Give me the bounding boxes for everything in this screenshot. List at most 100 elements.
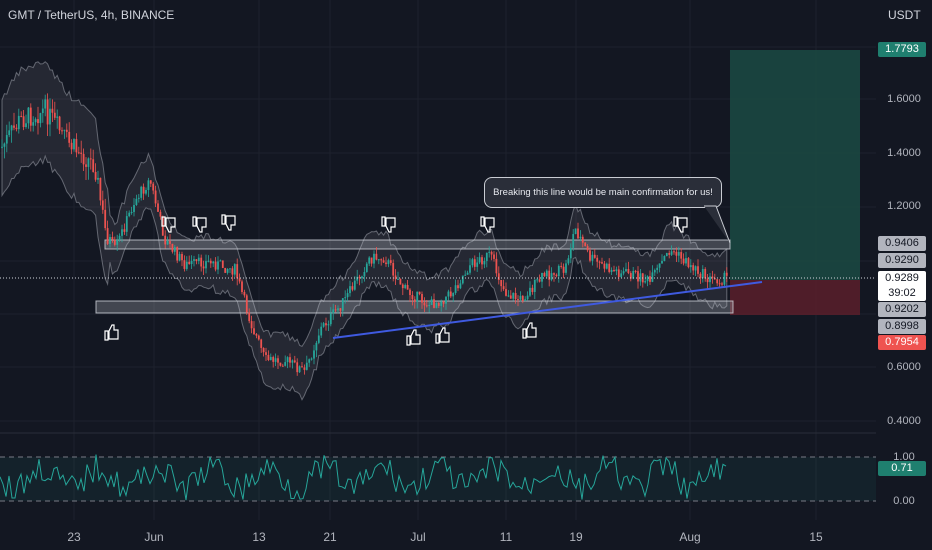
candle-body-6 [15, 127, 18, 130]
candle-body-132 [317, 335, 320, 343]
candle-body-117 [281, 365, 284, 367]
entry-price-tag[interactable]: 0.8998 [878, 319, 926, 334]
candle-body-175 [421, 294, 423, 303]
candle-body-60 [145, 189, 147, 194]
candle-body-301 [723, 272, 726, 285]
candle-body-154 [370, 257, 373, 264]
candle-body-179 [430, 299, 433, 305]
candle-body-269 [646, 276, 649, 282]
candle-body-272 [653, 270, 656, 273]
candle-body-122 [293, 360, 296, 363]
candle-body-280 [673, 251, 675, 253]
candle-body-75 [181, 254, 183, 261]
candle-body-99 [238, 278, 241, 282]
candle-body-101 [243, 291, 246, 296]
rsi-value-tag[interactable]: 0.71 [878, 461, 926, 476]
candle-body-36 [87, 158, 90, 167]
candle-body-186 [447, 291, 450, 297]
candle-body-66 [159, 211, 162, 217]
candle-body-211 [507, 295, 510, 297]
target-price-tag[interactable]: 1.7793 [878, 42, 926, 57]
candle-body-18 [44, 99, 47, 109]
candle-body-121 [291, 360, 294, 363]
candle-body-111 [267, 354, 270, 361]
candle-body-89 [214, 261, 217, 270]
callout-note[interactable]: Breaking this line would be main confirm… [484, 177, 722, 208]
candle-body-139 [334, 309, 337, 311]
candle-body-152 [365, 263, 368, 273]
candle-body-120 [289, 357, 291, 363]
symbol-title: GMT / TetherUS, 4h, BINANCE [8, 8, 175, 22]
candle-body-109 [262, 347, 265, 353]
candle-body-238 [572, 234, 575, 248]
candle-body-2 [5, 135, 8, 144]
candle-body-195 [469, 265, 471, 273]
resistance-zone[interactable] [104, 239, 731, 250]
candle-body-208 [500, 280, 503, 287]
candle-body-230 [553, 273, 555, 275]
candle-body-229 [550, 273, 553, 280]
candle-body-51 [123, 229, 126, 232]
candle-body-81 [195, 259, 198, 262]
candle-body-216 [519, 295, 522, 300]
candle-body-176 [423, 302, 426, 306]
candle-body-23 [56, 116, 59, 118]
rsi-tick-lower: 0.00 [893, 495, 915, 507]
candle-body-302 [725, 272, 728, 276]
candle-body-13 [32, 122, 35, 126]
candle-body-169 [406, 284, 409, 290]
candle-body-19 [46, 99, 49, 125]
candle-body-55 [133, 205, 135, 212]
thumbs-up-icon [435, 327, 450, 344]
candle-body-252 [605, 263, 608, 269]
candle-body-78 [188, 261, 191, 265]
upper-price-tag[interactable]: 0.9406 [878, 236, 926, 251]
candle-body-73 [176, 246, 179, 261]
candle-body-276 [663, 256, 666, 261]
candle-body-196 [471, 259, 474, 266]
current-price-tag[interactable]: 0.9289 39:02 [878, 271, 926, 301]
candle-body-14 [34, 119, 37, 123]
lower-price-tag[interactable]: 0.9202 [878, 302, 926, 317]
candle-body-68 [164, 235, 167, 245]
candle-body-279 [670, 251, 673, 255]
candle-body-31 [75, 139, 78, 153]
candle-body-284 [682, 258, 685, 264]
candle-body-205 [493, 254, 495, 259]
candle-body-96 [231, 268, 234, 275]
candle-body-157 [377, 259, 380, 261]
candle-body-266 [639, 273, 642, 282]
candle-body-291 [699, 273, 702, 279]
candle-body-12 [29, 107, 32, 126]
candle-body-50 [121, 229, 123, 236]
candle-body-11 [27, 107, 30, 124]
candle-body-178 [428, 304, 431, 306]
candle-body-300 [721, 283, 723, 285]
candle-body-213 [512, 293, 515, 299]
candle-body-29 [70, 142, 73, 150]
candle-body-199 [478, 257, 481, 263]
candle-body-40 [97, 177, 99, 180]
stop-price-tag[interactable]: 0.7954 [878, 335, 926, 350]
candle-body-49 [118, 235, 121, 241]
candle-body-294 [706, 278, 709, 283]
candle-body-124 [298, 366, 301, 373]
candle-body-135 [325, 323, 327, 326]
candle-body-183 [440, 301, 443, 306]
chart-canvas[interactable] [0, 0, 932, 550]
candle-body-209 [502, 286, 505, 290]
candle-body-197 [473, 259, 476, 267]
candle-body-0 [1, 146, 3, 148]
last-close-tag[interactable]: 0.9290 [878, 253, 926, 268]
x-tick-11: 11 [499, 530, 513, 544]
y-tick-4: 0.6000 [887, 361, 921, 373]
candle-body-225 [541, 272, 543, 282]
candle-body-116 [279, 362, 282, 366]
candle-body-236 [567, 258, 570, 264]
candle-body-258 [620, 273, 623, 277]
candle-body-90 [217, 261, 219, 270]
candle-body-27 [65, 129, 68, 132]
candle-body-285 [685, 258, 687, 264]
rsi-band [0, 457, 876, 501]
x-tick-21: 21 [323, 530, 337, 544]
